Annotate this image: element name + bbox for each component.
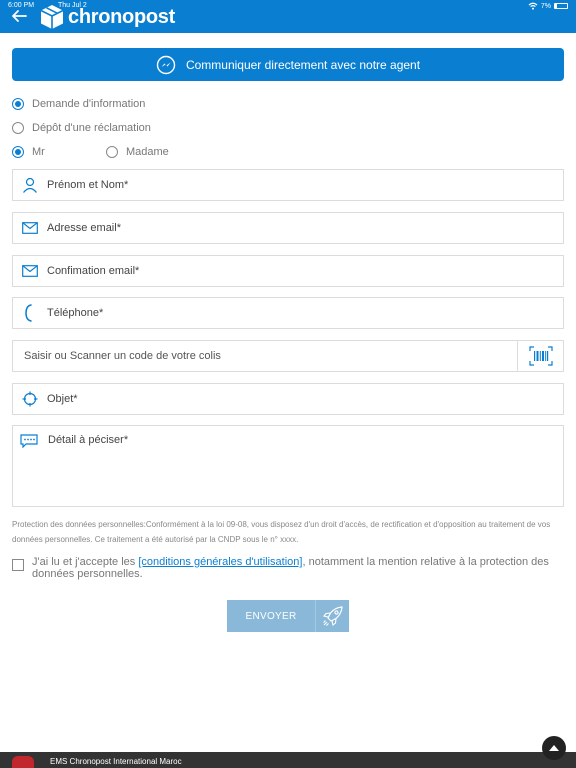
chronopost-logo: chronopost [40,4,175,30]
radio-button-selected[interactable] [12,146,24,158]
name-placeholder: Prénom et Nom* [47,179,129,191]
radio-information-request[interactable]: Demande d'information [12,98,145,110]
radio-complaint[interactable]: Dépôt d'une réclamation [12,122,151,134]
send-button[interactable]: ENVOYER [227,600,349,632]
radio-madame[interactable]: Madame [106,146,169,158]
radio-label-madame: Madame [126,146,169,158]
footer-text: EMS Chronopost International Maroc [50,757,182,766]
phone-field[interactable]: Téléphone* [12,297,564,329]
envelope-icon [13,265,47,277]
radio-button-selected[interactable] [12,98,24,110]
morocco-flag-logo [12,756,34,768]
terms-text: J'ai lu et j'accepte les [conditions gén… [32,556,564,580]
terms-prefix: J'ai lu et j'accepte les [32,556,139,568]
rocket-icon [315,600,349,632]
send-button-label: ENVOYER [245,610,297,622]
email-placeholder: Adresse email* [47,222,121,234]
subject-field[interactable]: Objet* [12,383,564,415]
terms-link[interactable]: [conditions générales d'utilisation] [138,556,302,568]
messenger-icon [156,55,176,74]
app-header: 6:00 PM Thu Jul 2 7% chronopost [0,0,576,33]
phone-icon [13,304,47,322]
terms-checkbox[interactable] [12,559,24,571]
email-confirmation-field[interactable]: Confimation email* [12,255,564,287]
battery-icon [554,3,568,9]
radio-button[interactable] [106,146,118,158]
radio-mr[interactable]: Mr [12,146,45,158]
tracking-code-placeholder: Saisir ou Scanner un code de votre colis [24,350,221,362]
battery-percent: 7% [540,2,551,10]
detail-textarea[interactable]: Détail à péciser* [12,425,564,507]
phone-placeholder: Téléphone* [47,307,104,319]
radio-label-information: Demande d'information [32,98,146,110]
cube-logo-icon [40,5,64,29]
chat-dots-icon [20,434,38,453]
email-confirmation-placeholder: Confimation email* [47,265,140,277]
wifi-icon [528,2,538,10]
email-field[interactable]: Adresse email* [12,212,564,244]
user-icon [13,177,47,193]
detail-placeholder: Détail à péciser* [48,434,129,446]
arrow-left-icon[interactable] [10,8,28,24]
privacy-notice: Protection des données personnelles:Conf… [12,520,551,544]
terms-acceptance: J'ai lu et j'accepte les [conditions gén… [12,556,564,580]
status-indicators: 7% [528,2,568,10]
barcode-scan-icon[interactable] [517,341,563,371]
radio-label-complaint: Dépôt d'une réclamation [32,122,151,134]
logo-text: chronopost [68,5,175,28]
tracking-code-field[interactable]: Saisir ou Scanner un code de votre colis [12,340,564,372]
radio-button[interactable] [12,122,24,134]
contact-agent-label: Communiquer directement avec notre agent [185,57,421,72]
caret-up-icon [549,745,559,751]
name-field[interactable]: Prénom et Nom* [12,169,564,201]
envelope-icon [13,222,47,234]
radio-label-mr: Mr [32,146,45,158]
scroll-top-button[interactable] [542,736,566,760]
contact-agent-button[interactable]: Communiquer directement avec notre agent [12,48,564,81]
subject-placeholder: Objet* [47,393,78,405]
footer-bar: EMS Chronopost International Maroc [0,752,576,768]
target-icon [13,391,47,407]
